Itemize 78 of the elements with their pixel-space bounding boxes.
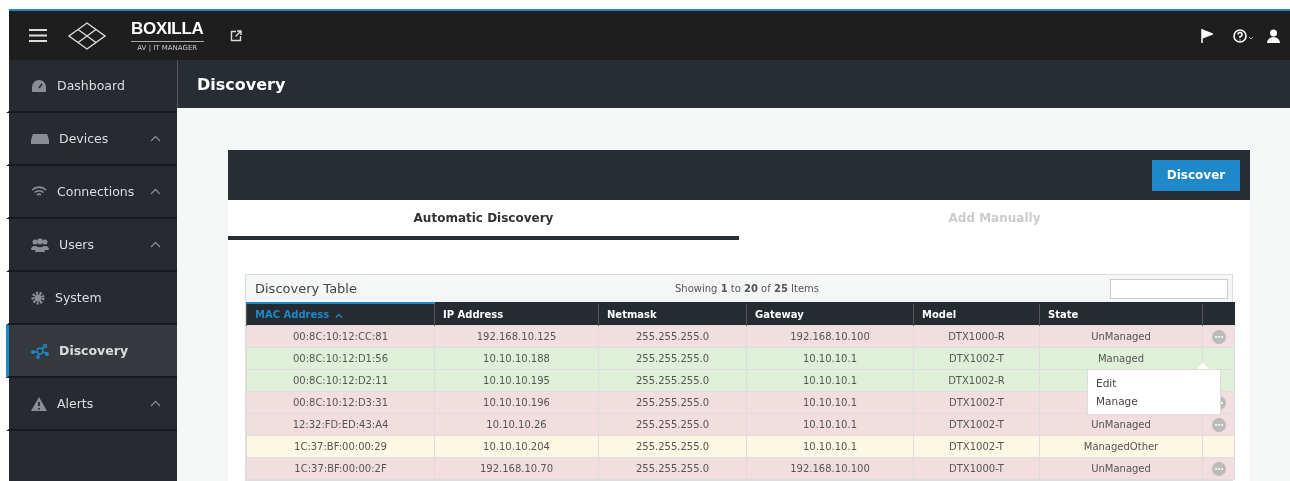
menu-item[interactable]: Edit: [1088, 374, 1220, 392]
gauge-icon: [31, 78, 47, 93]
table-title: Discovery Table: [255, 281, 358, 296]
sidebar-label: Discovery: [59, 343, 130, 358]
table-cell: 12:32:FD:ED:43:A4: [246, 413, 435, 436]
table-cell: 10.10.10.195: [434, 369, 599, 392]
menu-icon[interactable]: [29, 29, 47, 42]
tab[interactable]: Automatic Discovery: [228, 200, 739, 240]
table-cell: 10.10.10.1: [746, 369, 914, 392]
help-icon[interactable]: [1233, 28, 1255, 43]
menu-item[interactable]: Manage: [1088, 392, 1220, 410]
chevron-up-icon[interactable]: [150, 400, 161, 407]
sidebar-label: Dashboard: [57, 78, 126, 93]
table-cell: 10.10.10.188: [434, 347, 599, 370]
sort-up-icon: [335, 312, 344, 318]
column-header: [1202, 303, 1235, 326]
table-cell: 192.168.10.100: [746, 325, 914, 348]
sidebar-label: Alerts: [57, 396, 95, 411]
table-cell: 10.10.10.1: [746, 435, 914, 458]
table-cell: 255.255.255.0: [598, 347, 747, 370]
discover-button[interactable]: Discover: [1152, 159, 1240, 191]
table-cell: 10.10.10.204: [434, 435, 599, 458]
table-cell: 00:8C:10:12:D1:56: [246, 347, 435, 370]
table-cell: ManagedOther: [1039, 435, 1203, 458]
table-cell: 10.10.10.196: [434, 391, 599, 414]
gear-icon: [31, 290, 45, 305]
table-cell: 00:8C:10:12:CC:81: [246, 325, 435, 348]
ellipsis-icon: [1214, 467, 1223, 470]
chevron-up-icon[interactable]: [150, 188, 161, 195]
search-field[interactable]: [1110, 278, 1228, 299]
column-header[interactable]: Gateway: [746, 303, 914, 326]
network-icon: [31, 342, 49, 359]
table-cell: 10.10.10.1: [746, 413, 914, 436]
table-cell: UnManaged: [1039, 457, 1203, 480]
table-cell: 192.168.10.70: [434, 457, 599, 480]
warning-icon: [31, 396, 47, 411]
column-header[interactable]: Model: [913, 303, 1040, 326]
chevron-up-icon[interactable]: [150, 135, 161, 142]
table-cell: 1C:37:BF:00:00:2F: [246, 457, 435, 480]
ellipsis-icon: [1214, 335, 1223, 338]
table-cell: DTX1000-R: [913, 325, 1040, 348]
table-cell: UnManaged: [1039, 413, 1203, 436]
column-header[interactable]: IP Address: [434, 303, 599, 326]
table-cell: 00:8C:10:12:D3:31: [246, 391, 435, 414]
column-header[interactable]: State: [1039, 303, 1203, 326]
table-cell: 255.255.255.0: [598, 413, 747, 436]
table-cell: 10.10.10.1: [746, 347, 914, 370]
external-link-icon[interactable]: [229, 29, 242, 42]
sidebar-label: Devices: [59, 131, 110, 146]
column-header[interactable]: Netmask: [598, 303, 747, 326]
sidebar-label: System: [55, 290, 103, 305]
table-cell: 255.255.255.0: [598, 435, 747, 458]
table-cell: 255.255.255.0: [598, 369, 747, 392]
table-cell: 192.168.10.100: [746, 457, 914, 480]
server-icon: [31, 133, 49, 144]
table-cell: 1C:37:BF:00:00:29: [246, 435, 435, 458]
wifi-icon: [31, 185, 47, 198]
chevron-up-icon[interactable]: [150, 241, 161, 248]
users-icon: [31, 237, 49, 252]
table-cell: 10.10.10.26: [434, 413, 599, 436]
table-cell: 10.10.10.1: [746, 391, 914, 414]
table-cell: 00:8C:10:12:D2:11: [246, 369, 435, 392]
brand-name: BOXILLA: [131, 19, 204, 42]
table-cell: 255.255.255.0: [598, 391, 747, 414]
sidebar-item[interactable]: Discovery: [6, 325, 177, 378]
sidebar-label: Connections: [57, 184, 136, 199]
flag-icon[interactable]: [1201, 28, 1213, 43]
table-cell: UnManaged: [1039, 325, 1203, 348]
diamond-logo-icon: [67, 21, 107, 50]
page-title: Discovery: [197, 74, 286, 94]
user-icon[interactable]: [1267, 28, 1280, 43]
column-header[interactable]: MAC Address: [246, 303, 435, 326]
table-cell: 192.168.10.125: [434, 325, 599, 348]
table-cell: 255.255.255.0: [598, 457, 747, 480]
items-summary: Showing 1 to 20 of 25 Items: [675, 283, 820, 294]
table-cell: 255.255.255.0: [598, 325, 747, 348]
sidebar-label: Users: [59, 237, 95, 252]
ellipsis-icon: [1214, 423, 1223, 426]
